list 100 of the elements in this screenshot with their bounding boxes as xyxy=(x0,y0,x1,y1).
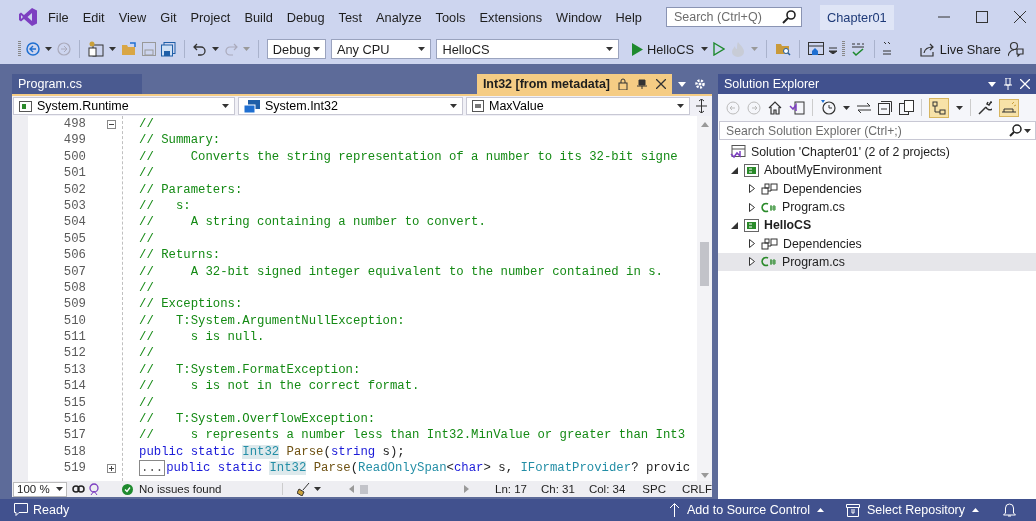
menu-item[interactable]: Build xyxy=(237,9,280,25)
history-icon[interactable] xyxy=(820,100,836,115)
navigation-dropdown[interactable]: System.Int32 xyxy=(238,97,463,115)
caret-icon[interactable] xyxy=(606,47,613,51)
tree-item[interactable]: Solution 'Chapter01' (2 of 2 projects) xyxy=(718,143,1036,162)
save-all-icon[interactable] xyxy=(160,41,176,57)
caret-icon[interactable] xyxy=(56,487,63,491)
spell-check-icon[interactable] xyxy=(849,41,866,57)
tree-item[interactable]: Program.cs xyxy=(718,252,1036,272)
character-indicator[interactable]: Ch: 31 xyxy=(541,483,575,495)
overflow-icon[interactable] xyxy=(828,44,837,54)
scroll-up-icon[interactable] xyxy=(700,122,709,127)
menu-item[interactable]: Test xyxy=(331,9,370,25)
notifications-icon[interactable] xyxy=(1003,503,1016,517)
caret-icon[interactable] xyxy=(843,105,850,110)
menu-item[interactable]: Help xyxy=(608,9,649,25)
startup-project-dropdown[interactable]: HelloCS xyxy=(436,39,619,59)
collapsed-code-marker[interactable]: ... xyxy=(139,460,166,477)
caret-icon[interactable] xyxy=(108,47,116,51)
sync-icon[interactable] xyxy=(857,102,871,113)
settings-icon[interactable] xyxy=(694,78,706,90)
maximize-icon[interactable] xyxy=(976,11,988,23)
tree-item[interactable]: Dependencies xyxy=(718,179,1036,198)
scroll-thumb[interactable] xyxy=(700,242,709,286)
search-icon[interactable] xyxy=(781,10,796,24)
tree-item[interactable]: Dependencies xyxy=(718,234,1036,253)
menu-item[interactable]: View xyxy=(111,9,154,25)
navigate-back-icon[interactable] xyxy=(26,42,40,56)
document-tab[interactable]: Program.cs xyxy=(12,74,142,94)
caret-icon[interactable] xyxy=(222,104,229,108)
tracking-icon[interactable] xyxy=(932,100,946,115)
panel-menu-icon[interactable] xyxy=(988,81,996,87)
platform-dropdown[interactable]: Any CPU xyxy=(330,39,432,59)
collapsed-arrow-icon[interactable] xyxy=(748,202,755,212)
caret-icon[interactable] xyxy=(314,487,321,491)
start-button[interactable]: HelloCS xyxy=(630,39,696,59)
caret-icon[interactable] xyxy=(450,104,457,108)
expanded-arrow-icon[interactable] xyxy=(731,166,738,174)
split-icon[interactable] xyxy=(696,99,707,113)
menu-item[interactable]: Tools xyxy=(428,9,473,25)
whitespace-indicator[interactable]: SPC xyxy=(642,483,666,495)
caret-icon[interactable] xyxy=(677,104,684,108)
pin-icon[interactable] xyxy=(636,79,648,89)
overflow-icon[interactable] xyxy=(882,41,891,57)
configuration-dropdown[interactable]: Debug xyxy=(266,39,326,59)
navigation-dropdown[interactable]: System.Runtime xyxy=(13,97,235,115)
expanded-arrow-icon[interactable] xyxy=(731,221,738,229)
line-ending-indicator[interactable]: CRLF xyxy=(681,483,712,495)
collapsed-arrow-icon[interactable] xyxy=(748,239,755,249)
caret-icon[interactable] xyxy=(312,47,320,51)
properties-icon[interactable] xyxy=(978,100,992,115)
menu-item[interactable]: Git xyxy=(153,9,184,25)
close-icon[interactable] xyxy=(1014,11,1026,23)
collapsed-arrow-icon[interactable] xyxy=(748,257,755,267)
tree-item[interactable]: AboutMyEnvironment xyxy=(718,161,1036,180)
collapse-icon[interactable] xyxy=(106,119,116,129)
vertical-scrollbar[interactable] xyxy=(697,116,712,481)
expand-icon[interactable] xyxy=(106,463,116,473)
find-folder-icon[interactable] xyxy=(774,42,791,56)
tab-list-icon[interactable] xyxy=(678,81,686,87)
menu-item[interactable]: Extensions xyxy=(472,9,550,25)
scroll-thumb[interactable] xyxy=(360,484,368,494)
live-share-button[interactable]: Live Share xyxy=(917,39,1003,59)
menu-item[interactable]: Analyze xyxy=(369,9,429,25)
caret-icon[interactable] xyxy=(418,47,426,51)
caret-icon[interactable] xyxy=(700,47,708,51)
caret-icon[interactable] xyxy=(956,105,963,110)
column-indicator[interactable]: Col: 34 xyxy=(588,483,626,495)
window-icon[interactable] xyxy=(807,41,824,57)
preview-icon[interactable] xyxy=(1002,101,1016,114)
menu-item[interactable]: Debug xyxy=(279,9,332,25)
caret-icon[interactable] xyxy=(45,47,52,51)
home-icon[interactable] xyxy=(768,100,782,115)
feedback-icon[interactable] xyxy=(1008,41,1024,57)
document-tab[interactable]: Int32 [from metadata] xyxy=(476,74,672,94)
add-to-source-control-button[interactable]: Add to Source Control xyxy=(669,503,825,517)
zoom-dropdown[interactable]: 100 % xyxy=(13,481,67,497)
scroll-down-icon[interactable] xyxy=(700,473,709,478)
search-field[interactable]: Search (Ctrl+Q) xyxy=(665,7,802,27)
undo-icon[interactable] xyxy=(192,42,207,56)
collapse-all-icon[interactable] xyxy=(878,100,892,115)
code-cleanup-icon[interactable] xyxy=(297,482,311,496)
caret-icon[interactable] xyxy=(1024,128,1031,133)
menu-item[interactable]: File xyxy=(41,9,76,25)
switch-views-icon[interactable] xyxy=(789,100,805,115)
menu-item[interactable]: Project xyxy=(183,9,238,25)
tree-item[interactable]: HelloCS xyxy=(718,216,1036,235)
new-project-icon[interactable] xyxy=(87,41,104,57)
issues-indicator[interactable]: No issues found xyxy=(122,483,283,495)
tree-item[interactable]: Program.cs xyxy=(718,197,1036,217)
menu-item[interactable]: Window xyxy=(549,9,609,25)
navigation-dropdown[interactable]: MaxValue xyxy=(466,97,690,115)
search-field[interactable]: Search Solution Explorer (Ctrl+;) xyxy=(719,121,1036,140)
menu-item[interactable]: Edit xyxy=(75,9,112,25)
caret-icon[interactable] xyxy=(211,47,219,51)
show-all-files-icon[interactable] xyxy=(899,100,914,115)
select-repository-button[interactable]: Select Repository xyxy=(846,503,979,517)
close-icon[interactable] xyxy=(656,79,666,89)
start-without-debugging-icon[interactable] xyxy=(712,42,725,56)
line-indicator[interactable]: Ln: 17 xyxy=(495,483,527,495)
